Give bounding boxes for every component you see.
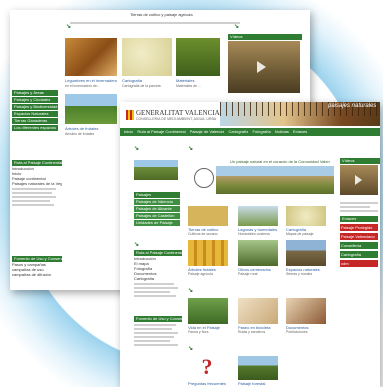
grid-sub-5: Paisaje rural xyxy=(238,272,258,276)
nav-item-inicio[interactable]: Inicio xyxy=(124,128,133,136)
front-right-link-3[interactable]: Consellería xyxy=(340,242,378,249)
back-arrow-icon-1[interactable]: ↘ xyxy=(234,24,239,30)
grid-thumb-1[interactable] xyxy=(188,206,228,226)
nav-item-fotografia[interactable]: Fotografía xyxy=(252,128,270,136)
front-arrow-icon-4[interactable]: ↘ xyxy=(188,288,193,294)
front-arrow-icon-2[interactable]: ↘ xyxy=(134,242,139,248)
thumb-legumes[interactable] xyxy=(65,38,117,76)
question-mark-icon[interactable]: ? xyxy=(192,356,222,378)
nav-item-noticias[interactable]: Noticias xyxy=(275,128,289,136)
nav-item-ruta[interactable]: Ruta al Paisaje Continental xyxy=(137,128,185,136)
nav-item-enlaces[interactable]: Enlaces xyxy=(293,128,307,136)
back-sidebar-item-3[interactable]: Paisajes y Biodiversidad xyxy=(12,104,58,110)
grid-thumb-9[interactable] xyxy=(286,298,326,324)
back-video-label: Vídeos xyxy=(228,34,302,40)
front-right-link-5[interactable]: cdm xyxy=(340,260,378,267)
front-left-menu-header: Paisajes xyxy=(134,192,180,198)
front-banner-text: paisajes naturales xyxy=(328,103,377,109)
back-sidebar-item-5[interactable]: Tierras Ganaderas xyxy=(12,118,58,124)
front-left-menu-item-1[interactable]: Paisajes de Valencia xyxy=(134,199,180,205)
thumb-tree[interactable] xyxy=(65,94,117,124)
grid-thumb-6[interactable] xyxy=(286,240,326,266)
gva-logo-icon xyxy=(126,110,134,120)
front-browser-window: GENERALITAT VALENCIANA CONSELLERIA DE ME… xyxy=(120,102,380,387)
back-ruta-item-4[interactable]: Paisajes naturales de la Vega xyxy=(12,181,62,186)
grid-thumb-7[interactable] xyxy=(188,298,228,324)
grid-sub-3: Mapas de paisaje xyxy=(286,232,314,236)
grid-thumb-2[interactable] xyxy=(238,206,278,226)
back-item-3-title[interactable]: Materiales xyxy=(176,78,220,83)
front-left-menu-item-3[interactable]: Paisajes de Castellón xyxy=(134,213,180,219)
front-right-links-header: Enlaces xyxy=(340,216,378,222)
back-sidebar-item-6[interactable]: Los diferentes espacios xyxy=(12,125,58,131)
front-banner-image: paisajes naturales xyxy=(220,102,380,126)
grid-sub-1: Cultivos de secano xyxy=(188,232,218,236)
front-logo-text[interactable]: GENERALITAT VALENCIANA xyxy=(136,109,230,117)
back-item-4-title[interactable]: Árboles de frutales xyxy=(65,126,119,131)
back-sidebar-item-4[interactable]: Espacios Naturales xyxy=(12,111,58,117)
front-arrow-icon-3[interactable]: ↘ xyxy=(188,146,193,152)
grid-title-10[interactable]: Preguntas frecuentes xyxy=(188,381,232,386)
front-arrow-icon-5[interactable]: ↘ xyxy=(188,346,193,352)
back-sidebar-item-2[interactable]: Paisajes y Ciudades xyxy=(12,97,58,103)
back-item-4-sub: Árboles de frutales xyxy=(65,132,95,136)
front-left-menu2-item-5[interactable]: Cartografía xyxy=(134,276,182,281)
grid-sub-2: Humedales costeros xyxy=(238,232,270,236)
grid-sub-8: Rutas y senderos xyxy=(238,330,266,334)
front-left-menu3-header: Fomento de Uso y Conservación xyxy=(134,316,182,322)
grid-sub-7: Fauna y flora xyxy=(188,330,209,334)
grid-thumb-3[interactable] xyxy=(286,206,326,226)
front-arrow-icon-1[interactable]: ↘ xyxy=(134,146,139,152)
back-item-1-sub: en el invernadero de... xyxy=(65,84,100,88)
front-right-play-icon[interactable] xyxy=(355,175,362,185)
front-left-thumb[interactable] xyxy=(134,160,178,180)
back-sidebar-item-1[interactable]: Paisajes y Áreas xyxy=(12,90,58,96)
nav-item-paisaje[interactable]: Paisaje de Valencia xyxy=(190,128,225,136)
front-left-menu-item-4[interactable]: Unidades de Paisaje xyxy=(134,220,180,226)
grid-thumb-5[interactable] xyxy=(238,240,278,266)
collage-stage: Tierras de cultivo y paisaje agrícola Le… xyxy=(0,0,383,387)
front-logo-subtitle: CONSELLERIA DE MEDI AMBIENT, AIGUA, URBA… xyxy=(136,117,216,121)
grid-sub-9: Publicaciones xyxy=(286,330,308,334)
thumb-map[interactable] xyxy=(122,38,172,76)
front-right-link-2[interactable]: Paisaje Valenciano xyxy=(340,233,378,240)
back-bottom-item-3[interactable]: campañas de difusión xyxy=(12,272,62,277)
grid-sub-6: Sierras y montes xyxy=(286,272,313,276)
back-arrow-icon-2[interactable]: ↘ xyxy=(66,24,71,30)
grid-thumb-8[interactable] xyxy=(238,298,278,324)
grid-thumb-11[interactable] xyxy=(238,356,278,380)
back-item-2-title[interactable]: Cartografía xyxy=(122,78,172,83)
front-featured-rose-icon xyxy=(194,168,214,188)
nav-item-cartografia[interactable]: Cartografía xyxy=(228,128,248,136)
front-right-video-label: Vídeos xyxy=(340,158,380,164)
back-item-2-sub: Cartografía de la parcela xyxy=(122,84,161,88)
front-left-menu-item-2[interactable]: Paisajes de Alicante xyxy=(134,206,180,212)
back-top-caption: Tierras de cultivo y paisaje agrícola xyxy=(130,12,193,17)
front-featured-title: Un paisaje natural en el corazón de la C… xyxy=(230,159,330,164)
grid-sub-4: Paisaje agrícola xyxy=(188,272,213,276)
grid-title-11[interactable]: Paisaje forestal xyxy=(238,381,282,386)
grid-thumb-4[interactable] xyxy=(188,240,228,266)
front-nav-bar: Inicio Ruta al Paisaje Continental Paisa… xyxy=(120,128,380,136)
back-item-1-title[interactable]: Legumbres en el invernadero xyxy=(65,78,119,83)
back-video-play-icon[interactable] xyxy=(257,61,266,73)
front-featured-image[interactable] xyxy=(216,166,334,194)
front-right-link-4[interactable]: Cartografía xyxy=(340,251,378,258)
thumb-materials[interactable] xyxy=(176,38,220,76)
front-right-link-1[interactable]: Paisaje Protegido xyxy=(340,224,378,231)
back-item-3-sub: Materiales de ... xyxy=(176,84,201,88)
